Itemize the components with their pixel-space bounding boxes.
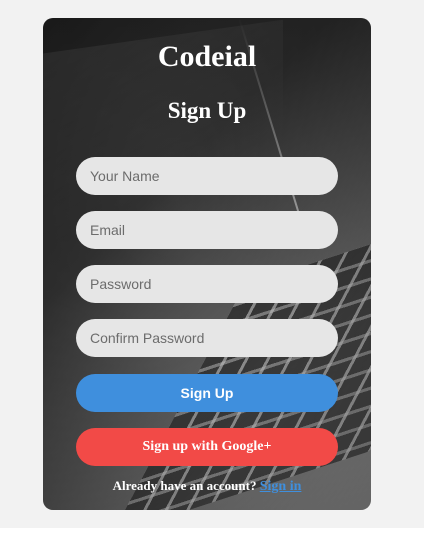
sign-in-link[interactable]: Sign in [260, 479, 302, 494]
sign-up-button[interactable]: Sign Up [76, 374, 338, 412]
brand-title: Codeial [157, 40, 257, 73]
page-bottom-strip [0, 528, 424, 535]
email-input[interactable] [76, 211, 338, 249]
name-input[interactable] [76, 157, 338, 195]
signup-card: Codeial Sign Up Sign Up Sign up with Goo… [43, 18, 371, 510]
form-heading: Sign Up [167, 98, 247, 123]
signin-prompt: Already have an account? Sign in [43, 478, 371, 495]
google-sign-up-button[interactable]: Sign up with Google+ [76, 428, 338, 466]
confirm-password-input[interactable] [76, 319, 338, 357]
password-input[interactable] [76, 265, 338, 303]
signin-prompt-text: Already have an account? [112, 478, 257, 493]
